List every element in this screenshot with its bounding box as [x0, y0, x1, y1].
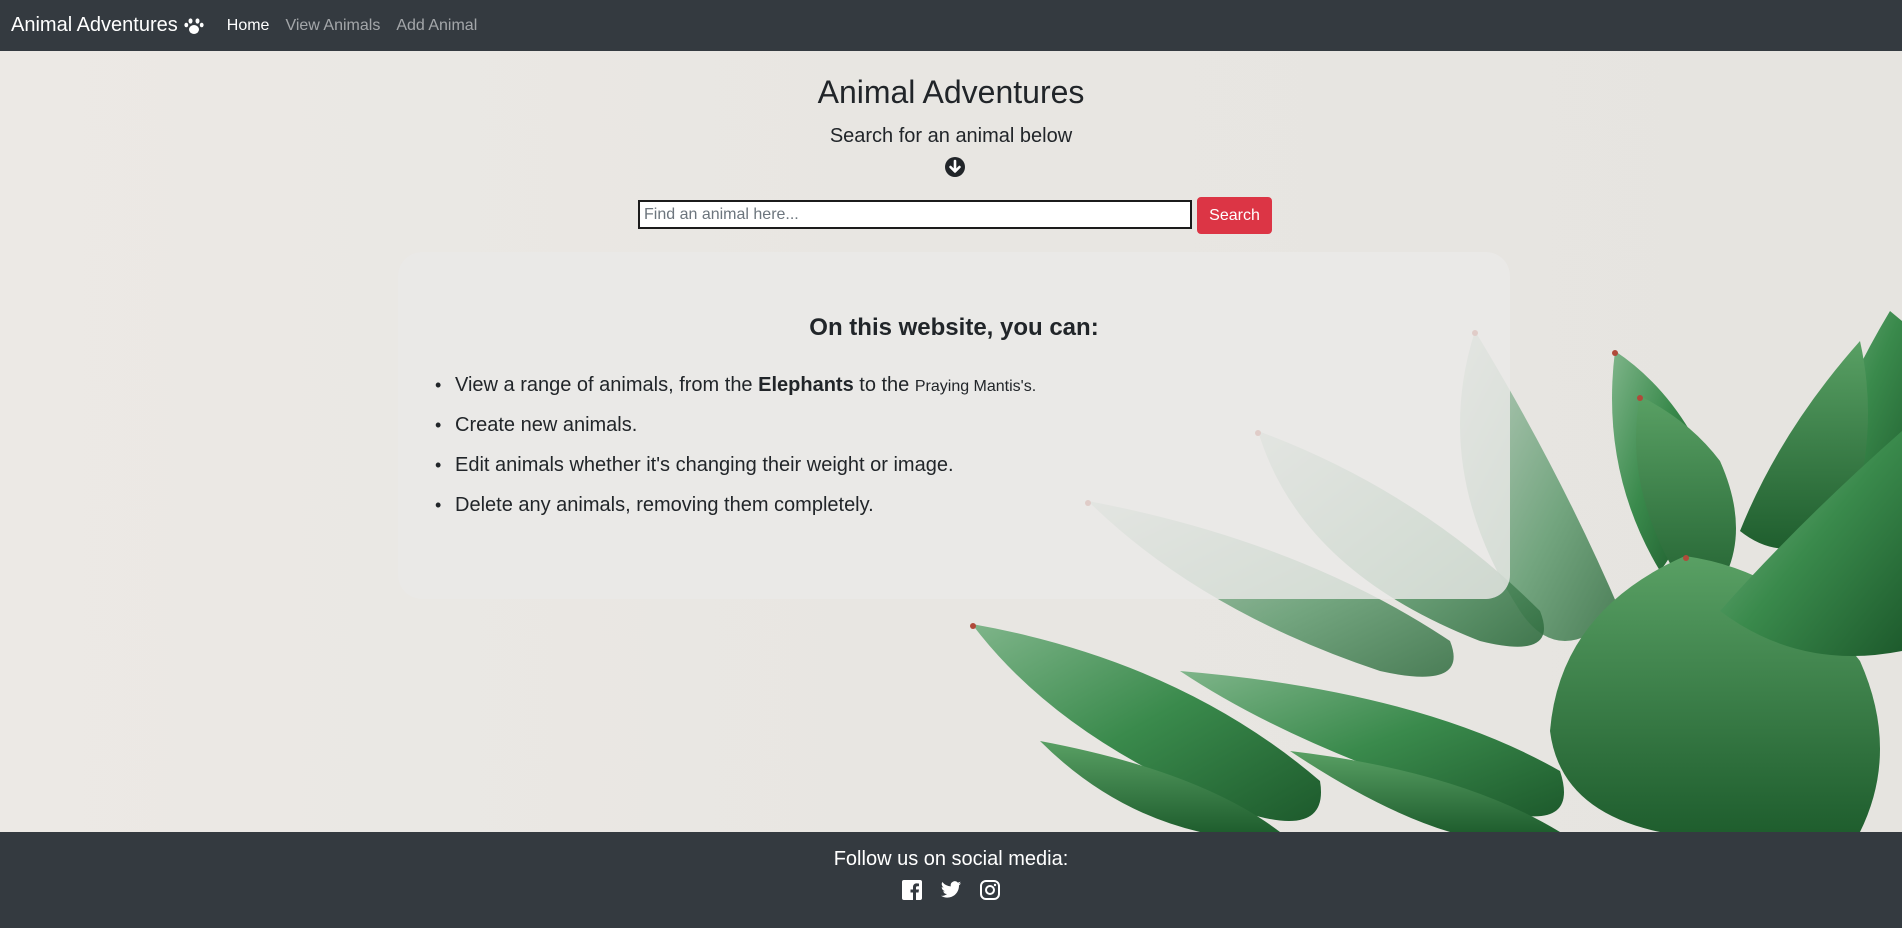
footer: Follow us on social media: — [0, 832, 1902, 928]
nav-home[interactable]: Home — [227, 17, 270, 35]
list-item: Delete any animals, removing them comple… — [435, 493, 1036, 533]
facebook-icon[interactable] — [901, 879, 923, 901]
search-button[interactable]: Search — [1197, 197, 1272, 234]
twitter-icon[interactable] — [940, 879, 962, 901]
list-item-bold: Elephants — [758, 374, 854, 396]
list-item-text: to the — [853, 374, 915, 396]
list-item: View a range of animals, from the Elepha… — [435, 373, 1037, 413]
nav-view-animals[interactable]: View Animals — [285, 17, 380, 35]
list-item: Create new animals. — [435, 413, 1036, 453]
info-card: On this website, you can: View a range o… — [398, 252, 1510, 599]
nav-add-animal[interactable]: Add Animal — [396, 17, 477, 35]
social-links — [0, 879, 1902, 901]
instagram-icon[interactable] — [979, 879, 1001, 901]
brand-text: Animal Adventures — [11, 14, 178, 36]
list-item-small: Praying Mantis's. — [914, 378, 1037, 395]
feature-list: View a range of animals, from the Elepha… — [435, 373, 1037, 533]
footer-text: Follow us on social media: — [833, 848, 1069, 870]
navbar: Animal Adventures Home View Animals Add … — [0, 0, 1902, 51]
brand-link[interactable]: Animal Adventures — [11, 14, 204, 37]
arrow-down-circle-icon — [945, 157, 965, 177]
info-heading: On this website, you can: — [809, 314, 1099, 341]
search-input[interactable] — [638, 200, 1192, 229]
list-item-text: View a range of animals, from the — [455, 374, 759, 396]
list-item: Edit animals whether it's changing their… — [435, 453, 1036, 493]
page-title: Animal Adventures — [817, 74, 1085, 110]
search-subtitle: Search for an animal below — [829, 125, 1073, 147]
paw-icon — [184, 17, 204, 34]
